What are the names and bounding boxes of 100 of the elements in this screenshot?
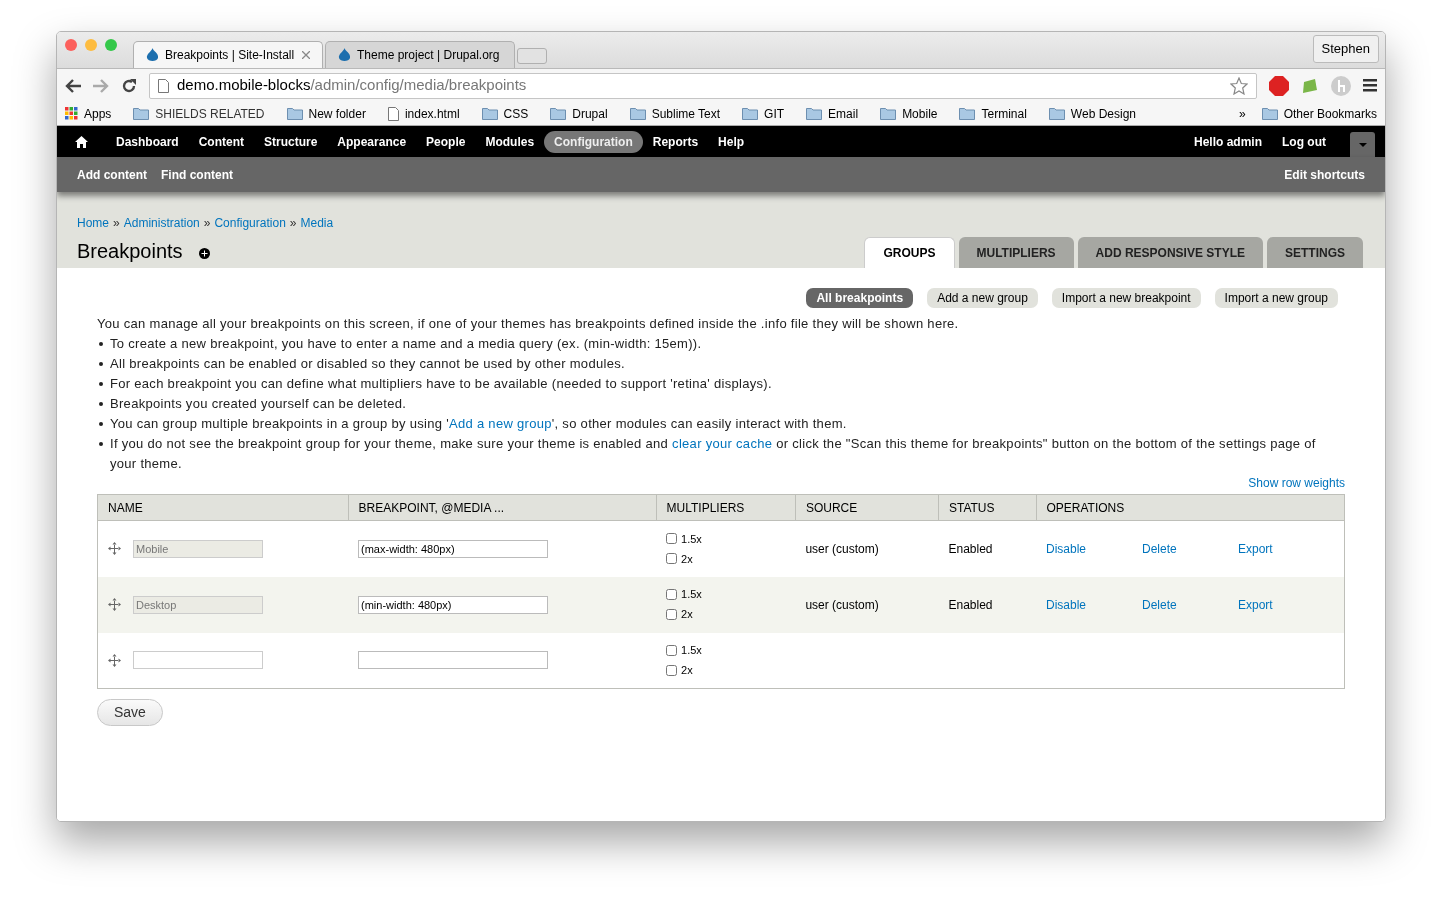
name-field[interactable] [133, 651, 263, 670]
folder-icon [880, 107, 897, 120]
drop-icon [338, 48, 351, 62]
operation-link[interactable]: Disable [1046, 539, 1142, 558]
page-tab[interactable]: GROUPS [864, 237, 955, 268]
multiplier-checkbox[interactable] [666, 533, 677, 545]
multiplier-checkbox[interactable] [666, 664, 677, 676]
source-text: user (custom) [805, 541, 879, 556]
browser-tab[interactable]: Theme project | Drupal.org [325, 41, 515, 68]
operation-link[interactable]: Delete [1142, 539, 1238, 558]
caret-icon [1358, 142, 1367, 147]
bullet-icon [99, 382, 103, 386]
toolbar-link[interactable]: Content [188, 130, 254, 153]
bullet-icon [99, 402, 103, 406]
save-button[interactable]: Save [97, 699, 163, 726]
breadcrumb-link[interactable]: Administration [123, 214, 200, 232]
drag-handle-icon[interactable] [108, 598, 121, 611]
back-arrow-icon[interactable] [65, 78, 81, 93]
breadcrumb-link[interactable]: Home [77, 214, 109, 232]
page-tab[interactable]: SETTINGS [1267, 237, 1363, 268]
more-bookmarks[interactable]: » [1238, 104, 1246, 123]
multiplier-label: 2x [681, 663, 693, 678]
bookmark[interactable]: Terminal [959, 104, 1027, 123]
page-tab[interactable]: MULTIPLIERS [958, 237, 1074, 268]
bookmark[interactable]: SHIELDS RELATED [133, 104, 265, 123]
bookmark[interactable]: CSS [481, 104, 529, 123]
media-query-field[interactable] [358, 651, 549, 670]
operation-link[interactable]: Export [1238, 595, 1334, 614]
multiplier-label: 1.5x [681, 643, 702, 658]
page-tab[interactable]: ADD RESPONSIVE STYLE [1077, 237, 1263, 268]
star-icon[interactable] [1230, 76, 1248, 95]
bookmark[interactable]: Web Design [1048, 104, 1136, 123]
bookmark[interactable]: GIT [742, 104, 785, 123]
stop-sign-icon[interactable] [1269, 75, 1289, 96]
breadcrumb-link[interactable]: Media [300, 214, 334, 232]
multiplier-checkbox[interactable] [666, 644, 677, 656]
bookmark[interactable]: index.html [387, 104, 460, 123]
shortcut-link[interactable]: Add content [77, 165, 147, 184]
help-list-item: All breakpoints can be enabled or disabled so they cannot be used by other modules. [97, 354, 1335, 374]
action-link[interactable]: Import a new group [1214, 288, 1338, 308]
toolbar-link[interactable]: Help [708, 130, 755, 153]
shortcut-link[interactable]: Find content [161, 165, 233, 184]
browser-tab[interactable]: Breakpoints | Site-Install [133, 41, 323, 68]
action-link[interactable]: All breakpoints [806, 288, 914, 308]
media-query-field[interactable]: (min-width: 480px) [358, 595, 549, 614]
folder-icon [550, 107, 567, 120]
toolbar-link[interactable]: Appearance [327, 130, 417, 153]
bookmark[interactable]: Mobile [880, 104, 938, 123]
bookmark[interactable]: Drupal [550, 104, 608, 123]
reload-icon[interactable] [121, 77, 137, 94]
bookmark[interactable]: Sublime Text [629, 104, 721, 123]
folder-icon [629, 107, 646, 120]
bookmark[interactable]: New folder [286, 104, 366, 123]
drag-handle-icon[interactable] [108, 542, 121, 556]
column-header: OPERATIONS [1036, 494, 1345, 521]
inline-link[interactable]: clear your cache [672, 436, 773, 451]
operation-link[interactable]: Export [1238, 539, 1334, 558]
bookmark[interactable]: Apps [65, 104, 112, 123]
multiplier-checkbox[interactable] [666, 553, 677, 565]
operation-link[interactable]: Delete [1142, 595, 1238, 614]
status-text: Enabled [948, 597, 993, 612]
folder-icon [133, 107, 150, 120]
edit-shortcuts-link[interactable]: Edit shortcuts [1284, 165, 1365, 184]
show-row-weights-link[interactable]: Show row weights [1248, 474, 1345, 492]
file-icon [387, 106, 399, 121]
multiplier-label: 2x [681, 551, 693, 567]
toolbar-link[interactable]: People [416, 130, 476, 153]
media-query-field[interactable]: (max-width: 480px) [358, 539, 549, 558]
bullet-icon [99, 362, 103, 366]
intro-text: You can manage all your breakpoints on this screen, if one of your themes has breakpoints defined inside the .info file they will be shown here. [97, 315, 960, 333]
menu-icon[interactable] [1363, 79, 1377, 92]
user-greeting: Hello admin [1194, 133, 1262, 151]
plus-icon[interactable] [198, 247, 210, 259]
logout-link[interactable]: Log out [1282, 132, 1326, 151]
profile-button[interactable]: Stephen [1312, 35, 1379, 63]
bookmark[interactable]: Email [806, 104, 859, 123]
action-link[interactable]: Import a new breakpoint [1051, 288, 1201, 308]
multiplier-checkbox[interactable] [666, 589, 677, 600]
toolbar-link[interactable]: Dashboard [106, 130, 189, 153]
toolbar-link[interactable]: Reports [642, 130, 709, 153]
inline-link[interactable]: Add a new group [448, 416, 552, 431]
help-list-item: If you do not see the breakpoint group for your theme, make sure your theme is enabled and clear your cache or click the "Scan this theme for breakpoints" button on the bottom of the settings page of your theme. [97, 434, 1335, 474]
status-text: Enabled [948, 541, 993, 556]
shortcuts-toggle[interactable] [1350, 132, 1375, 157]
breadcrumb-link[interactable]: Configuration [214, 214, 286, 232]
toolbar-link[interactable]: Structure [254, 130, 328, 153]
toolbar-link[interactable]: Configuration [544, 130, 643, 153]
action-link[interactable]: Add a new group [927, 288, 1038, 308]
close-window-icon[interactable] [65, 39, 77, 51]
close-tab-icon[interactable] [302, 51, 310, 59]
drag-handle-icon[interactable] [108, 653, 121, 667]
home-icon[interactable] [75, 135, 88, 148]
toolbar-link[interactable]: Modules [475, 130, 545, 153]
bookmark[interactable]: Other Bookmarks [1261, 104, 1377, 123]
bullet-icon [99, 342, 103, 346]
apps-grid-icon [65, 107, 78, 120]
operation-link[interactable]: Disable [1046, 595, 1142, 614]
address-bar[interactable]: demo.mobile-blocks/admin/config/media/breakpoints [149, 72, 1257, 99]
help-list-item: For each breakpoint you can define what multipliers have to be available (needed to support 'retina' displays). [97, 374, 1335, 394]
multiplier-checkbox[interactable] [666, 609, 677, 620]
